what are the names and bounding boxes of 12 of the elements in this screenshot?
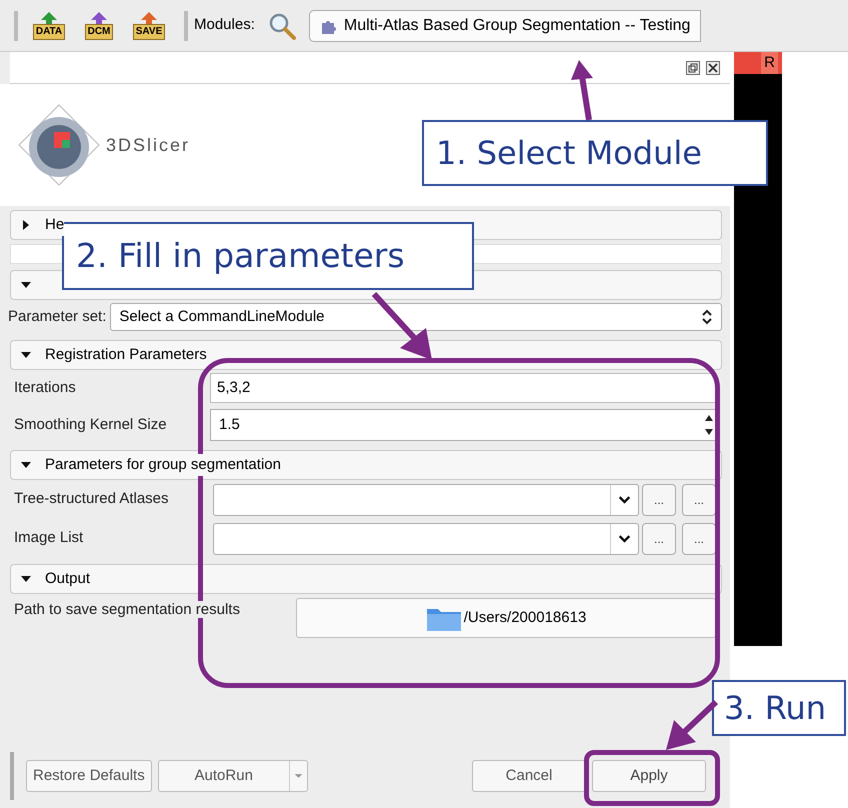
field-label: Parameter set: — [8, 306, 106, 327]
view-label: R — [761, 52, 778, 74]
callout-tooltip: 3. Run — [712, 680, 846, 736]
modules-label: Modules: — [194, 15, 255, 36]
field-label: Image List — [14, 528, 84, 548]
callout-tooltip: 1. Select Module — [422, 120, 768, 186]
logo-text: 3DSlicer — [106, 134, 190, 156]
callout-tooltip: 2. Fill in parameters — [62, 222, 474, 290]
field-label: Path to save segmentation results — [14, 601, 240, 618]
field-label: Iterations — [14, 378, 77, 398]
field-label: Smoothing Kernel Size — [14, 414, 168, 435]
field-label: Tree-structured Atlases — [14, 489, 170, 510]
